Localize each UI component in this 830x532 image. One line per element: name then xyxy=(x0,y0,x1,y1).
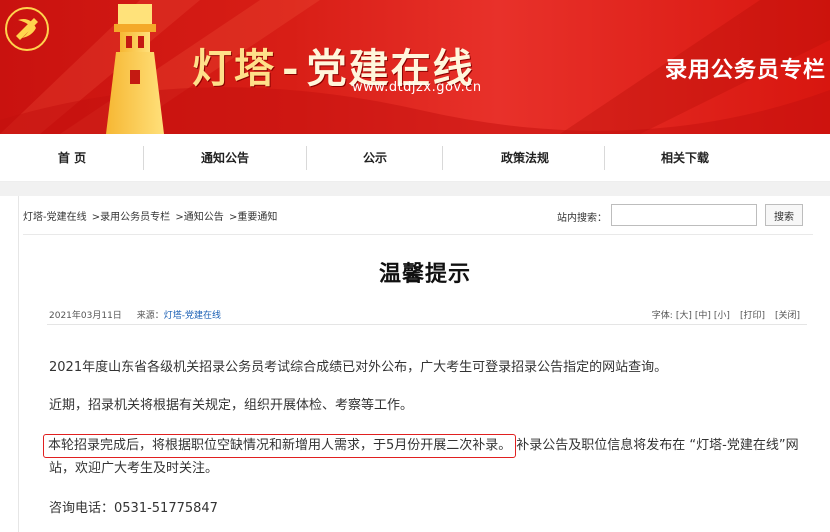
close-link[interactable]: [关闭] xyxy=(775,311,800,321)
main-nav: 首 页 通知公告 公示 政策法规 相关下载 xyxy=(0,134,830,182)
breadcrumb: 灯塔-党建在线 >录用公务员专栏 >通知公告 >重要通知 xyxy=(23,208,279,223)
site-title-dash: - xyxy=(282,45,301,92)
nav-item-policies[interactable]: 政策法规 xyxy=(490,134,560,182)
nav-divider xyxy=(306,146,307,170)
site-title-main: 灯塔 xyxy=(192,45,276,92)
highlighted-text: 本轮招录完成后，将根据职位空缺情况和新增用人需求，于5月份开展二次补录。 xyxy=(43,434,517,458)
divider xyxy=(47,324,807,325)
font-medium-link[interactable]: [中] xyxy=(695,311,711,321)
nav-divider xyxy=(604,146,605,170)
article-title: 温馨提示 xyxy=(378,262,471,287)
gray-band xyxy=(0,182,830,196)
source-link[interactable]: 灯塔-党建在线 xyxy=(164,311,221,321)
nav-item-downloads[interactable]: 相关下载 xyxy=(650,134,720,182)
contact-phone: 咨询电话：0531-51775847 xyxy=(49,501,218,516)
nav-divider xyxy=(442,146,443,170)
site-url: www.dtdjzx.gov.cn xyxy=(352,80,482,95)
article-date: 2021年03月11日 xyxy=(49,311,122,321)
divider xyxy=(23,234,813,235)
article-paragraph: 本轮招录完成后，将根据职位空缺情况和新增用人需求，于5月份开展二次补录。 补录公告… xyxy=(43,434,819,480)
nav-item-publicity[interactable]: 公示 xyxy=(350,134,400,182)
lighthouse-icon xyxy=(106,4,164,134)
article-meta: 2021年03月11日 来源：灯塔-党建在线 xyxy=(49,308,221,321)
source-label: 来源： xyxy=(136,311,164,321)
site-banner: 灯塔 - 党建在线 www.dtdjzx.gov.cn 录用公务员专栏 xyxy=(0,0,830,134)
article-tools: 字体: [大] [中] [小] [打印] [关闭] xyxy=(649,308,800,321)
font-size-label: 字体: xyxy=(651,311,673,321)
search-input[interactable] xyxy=(611,204,757,226)
font-small-link[interactable]: [小] xyxy=(714,311,730,321)
nav-divider xyxy=(143,146,144,170)
breadcrumb-column[interactable]: >录用公务员专栏 xyxy=(92,212,170,223)
nav-item-home[interactable]: 首 页 xyxy=(40,134,104,182)
nav-item-notices[interactable]: 通知公告 xyxy=(190,134,260,182)
font-large-link[interactable]: [大] xyxy=(676,311,692,321)
search-button[interactable]: 搜索 xyxy=(765,204,803,226)
breadcrumb-home[interactable]: 灯塔-党建在线 xyxy=(23,212,87,223)
party-emblem-icon xyxy=(5,7,49,51)
search-label: 站内搜索： xyxy=(557,213,607,224)
breadcrumb-important[interactable]: >重要通知 xyxy=(229,212,277,223)
content-panel: 灯塔-党建在线 >录用公务员专栏 >通知公告 >重要通知 站内搜索： 搜索 温馨… xyxy=(18,196,830,532)
breadcrumb-notices[interactable]: >通知公告 xyxy=(175,212,223,223)
article-paragraph: 近期，招录机关将根据有关规定，组织开展体检、考察等工作。 xyxy=(49,398,414,413)
article-paragraph: 2021年度山东省各级机关招录公务员考试综合成绩已对外公布，广大考生可登录招录公… xyxy=(49,360,668,375)
column-title: 录用公务员专栏 xyxy=(664,58,826,83)
print-link[interactable]: [打印] xyxy=(740,311,765,321)
